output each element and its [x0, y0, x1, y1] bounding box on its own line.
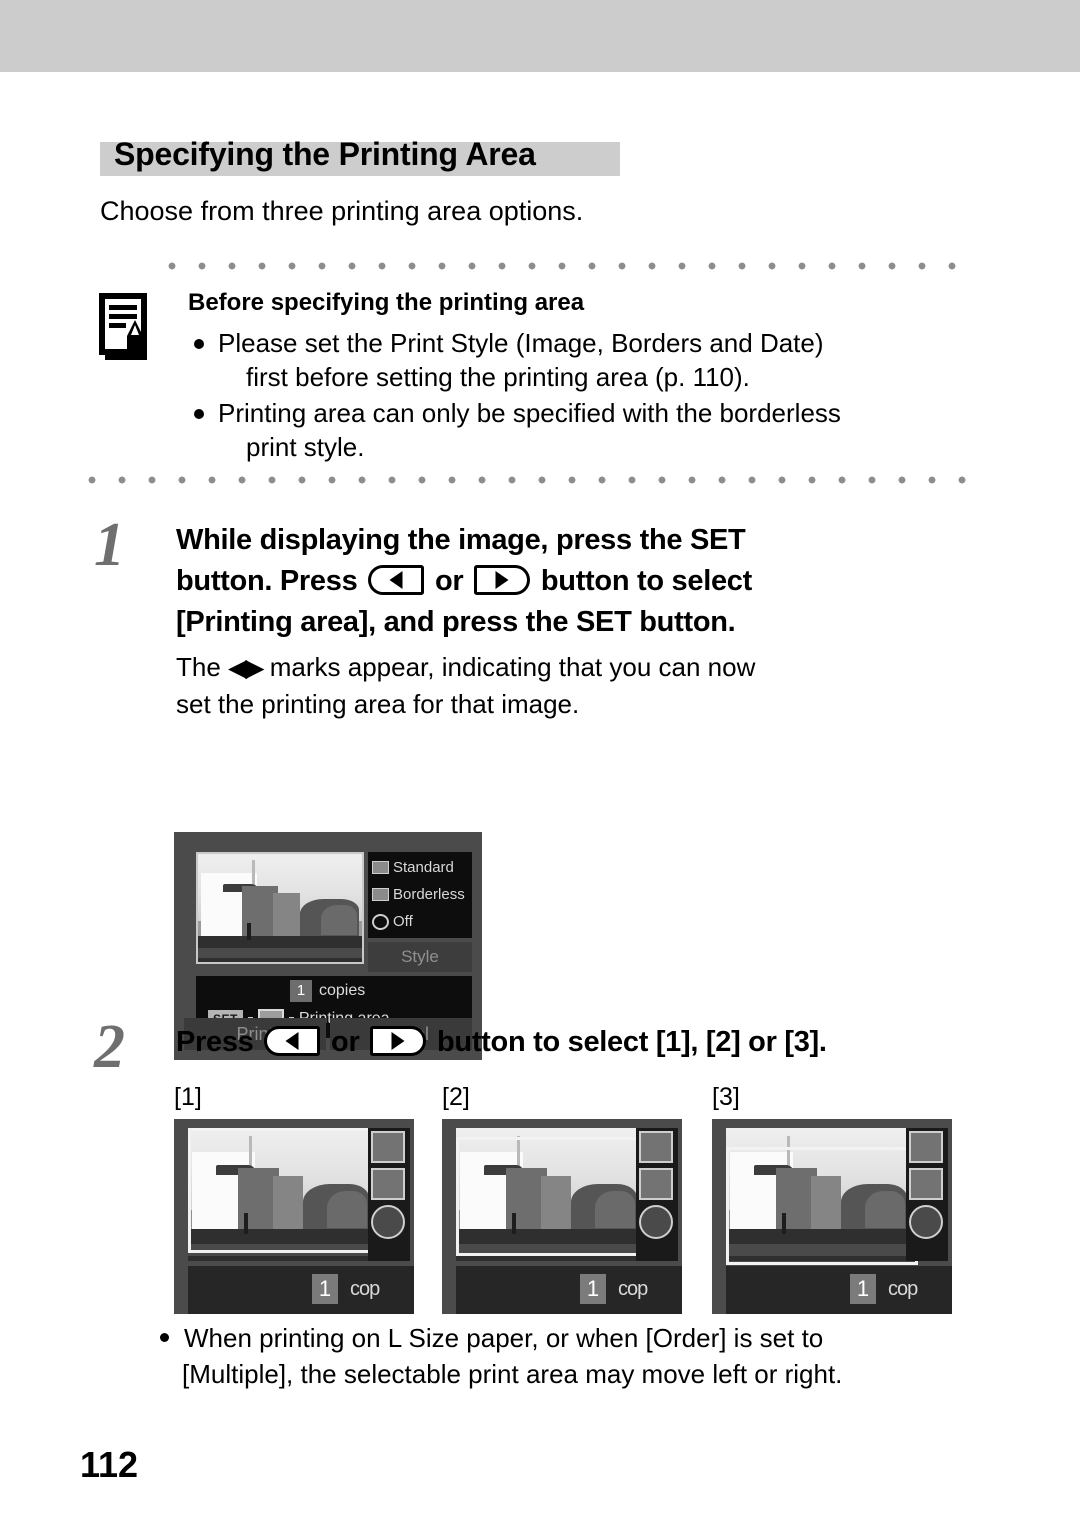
step-2-text-a: Press [176, 1026, 254, 1058]
bullet-icon [160, 1333, 169, 1342]
crop-sidebar-2 [636, 1128, 678, 1261]
step-2-instruction: Press or button to select [1], [2] or [3… [176, 1022, 988, 1063]
lcd-option-borderless-label: Borderless [393, 886, 465, 903]
step-1-or: or [434, 565, 464, 597]
image-option-icon [372, 861, 389, 874]
step-1-number: 1 [94, 511, 125, 579]
borders-option-icon [639, 1168, 673, 1200]
borders-option-icon [372, 888, 389, 901]
crop-sidebar-3 [906, 1128, 948, 1261]
crop-copies-count-3: 1 [850, 1274, 876, 1304]
lcd-option-date-off[interactable]: Off [372, 908, 472, 935]
lcd-photo-thumbnail [196, 852, 364, 964]
step-1-instruction: While displaying the image, press the SE… [176, 520, 988, 643]
photo-scene [198, 854, 362, 962]
bottom-note: When printing on L Size paper, or when [… [160, 1320, 990, 1392]
crop-footer-1: 1 cop [188, 1266, 414, 1314]
date-clock-icon [909, 1205, 943, 1239]
lcd-copies-label: copies [319, 982, 366, 999]
lcd-print-style-options: Standard Borderless Off [368, 852, 472, 938]
lcd-style-label: Style [401, 947, 439, 966]
lcd-option-off-label: Off [393, 913, 413, 930]
bullet-icon [194, 409, 204, 419]
crop-copies-count-1: 1 [312, 1274, 338, 1304]
lcd-option-standard[interactable]: Standard [372, 854, 472, 881]
step-1-text-a: While displaying the image, press the SE… [176, 524, 746, 556]
bottom-note-line2: [Multiple], the selectable print area ma… [182, 1359, 843, 1389]
lcd-option-borderless[interactable]: Borderless [372, 881, 472, 908]
date-clock-icon [371, 1205, 405, 1239]
note-body: Before specifying the printing area Plea… [88, 274, 978, 470]
crop-label-2: [2] [442, 1083, 470, 1111]
step-2: 2 Press or button to select [1], [2] or … [88, 1016, 988, 1078]
step-1: 1 While displaying the image, press the … [88, 514, 988, 722]
note-item-line2: first before setting the printing area (… [246, 362, 750, 392]
note-item: Printing area can only be specified with… [188, 396, 978, 464]
note-item-line1: Printing area can only be specified with… [218, 398, 841, 428]
step-1-text-c: button to select [540, 565, 752, 597]
crop-frame-3 [726, 1147, 918, 1265]
left-right-marks-icon: ◀▶ [228, 654, 264, 682]
crop-footer-3: 1 cop [726, 1266, 952, 1314]
camera-lcd-inner: Standard Borderless Off Style 1 copies P… [184, 842, 472, 1050]
note-item-line2: print style. [246, 432, 365, 462]
crop-frame-1 [188, 1128, 373, 1253]
note-top-dotted-rule [168, 262, 968, 274]
borders-option-icon [371, 1168, 405, 1200]
section-title-wrap: Specifying the Printing Area [100, 134, 620, 176]
left-arrow-button-icon [368, 565, 425, 595]
crop-copies-label-2: cop [618, 1278, 648, 1300]
crop-frame-2 [456, 1137, 648, 1256]
right-arrow-button-icon [474, 565, 531, 595]
step-1-text-b: button. Press [176, 565, 358, 597]
crop-example-screenshot-2: 1 cop [442, 1119, 682, 1314]
note-item-line1: Please set the Print Style (Image, Borde… [218, 328, 824, 358]
crop-example-screenshot-1: 1 cop [174, 1119, 414, 1314]
step-1-sub-a: marks appear, indicating that you can no… [269, 652, 756, 682]
crop-example-screenshot-3: 1 cop [712, 1119, 952, 1314]
lcd-copies-row[interactable]: 1 copies [290, 980, 365, 1002]
lcd-option-standard-label: Standard [393, 859, 454, 876]
right-arrow-button-icon [370, 1026, 427, 1056]
step-1-sub-b: set the printing area for that image. [176, 689, 580, 719]
page-number: 112 [80, 1444, 139, 1485]
crop-label-3: [3] [712, 1083, 740, 1111]
date-clock-icon [372, 913, 389, 930]
note-box: Before specifying the printing area Plea… [88, 262, 978, 488]
image-option-icon [909, 1131, 943, 1163]
note-item: Please set the Print Style (Image, Borde… [188, 326, 978, 394]
lcd-copies-count: 1 [290, 980, 312, 1002]
bottom-note-line1: When printing on L Size paper, or when [… [184, 1323, 824, 1353]
step-2-text-b: button to select [1], [2] or [3]. [436, 1026, 827, 1058]
page-header-band [0, 0, 1080, 72]
page-title: Specifying the Printing Area [114, 136, 536, 172]
step-1-description: The ◀▶ marks appear, indicating that you… [176, 649, 988, 722]
crop-sidebar-1 [368, 1128, 410, 1261]
borders-option-icon [909, 1168, 943, 1200]
crop-copies-label-3: cop [888, 1278, 918, 1300]
note-bottom-dotted-rule [88, 476, 968, 488]
step-2-or: or [331, 1026, 360, 1058]
note-content: Before specifying the printing area Plea… [188, 288, 978, 464]
note-heading: Before specifying the printing area [188, 289, 585, 316]
page-content: Specifying the Printing Area Choose from… [0, 72, 1080, 1521]
date-clock-icon [639, 1205, 673, 1239]
note-pencil-icon [98, 292, 156, 364]
crop-label-1: [1] [174, 1083, 202, 1111]
crop-copies-label-1: cop [350, 1278, 380, 1300]
crop-copies-count-2: 1 [580, 1274, 606, 1304]
step-1-text-d: [Printing area], and press the SET butto… [176, 606, 736, 638]
image-option-icon [639, 1131, 673, 1163]
step-1-sub-the: The [176, 652, 221, 682]
section-intro-text: Choose from three printing area options. [100, 196, 584, 226]
left-arrow-button-icon [264, 1026, 321, 1056]
crop-footer-2: 1 cop [456, 1266, 682, 1314]
image-option-icon [371, 1131, 405, 1163]
bullet-icon [194, 339, 204, 349]
lcd-style-button[interactable]: Style [368, 942, 472, 972]
step-2-number: 2 [94, 1013, 125, 1081]
